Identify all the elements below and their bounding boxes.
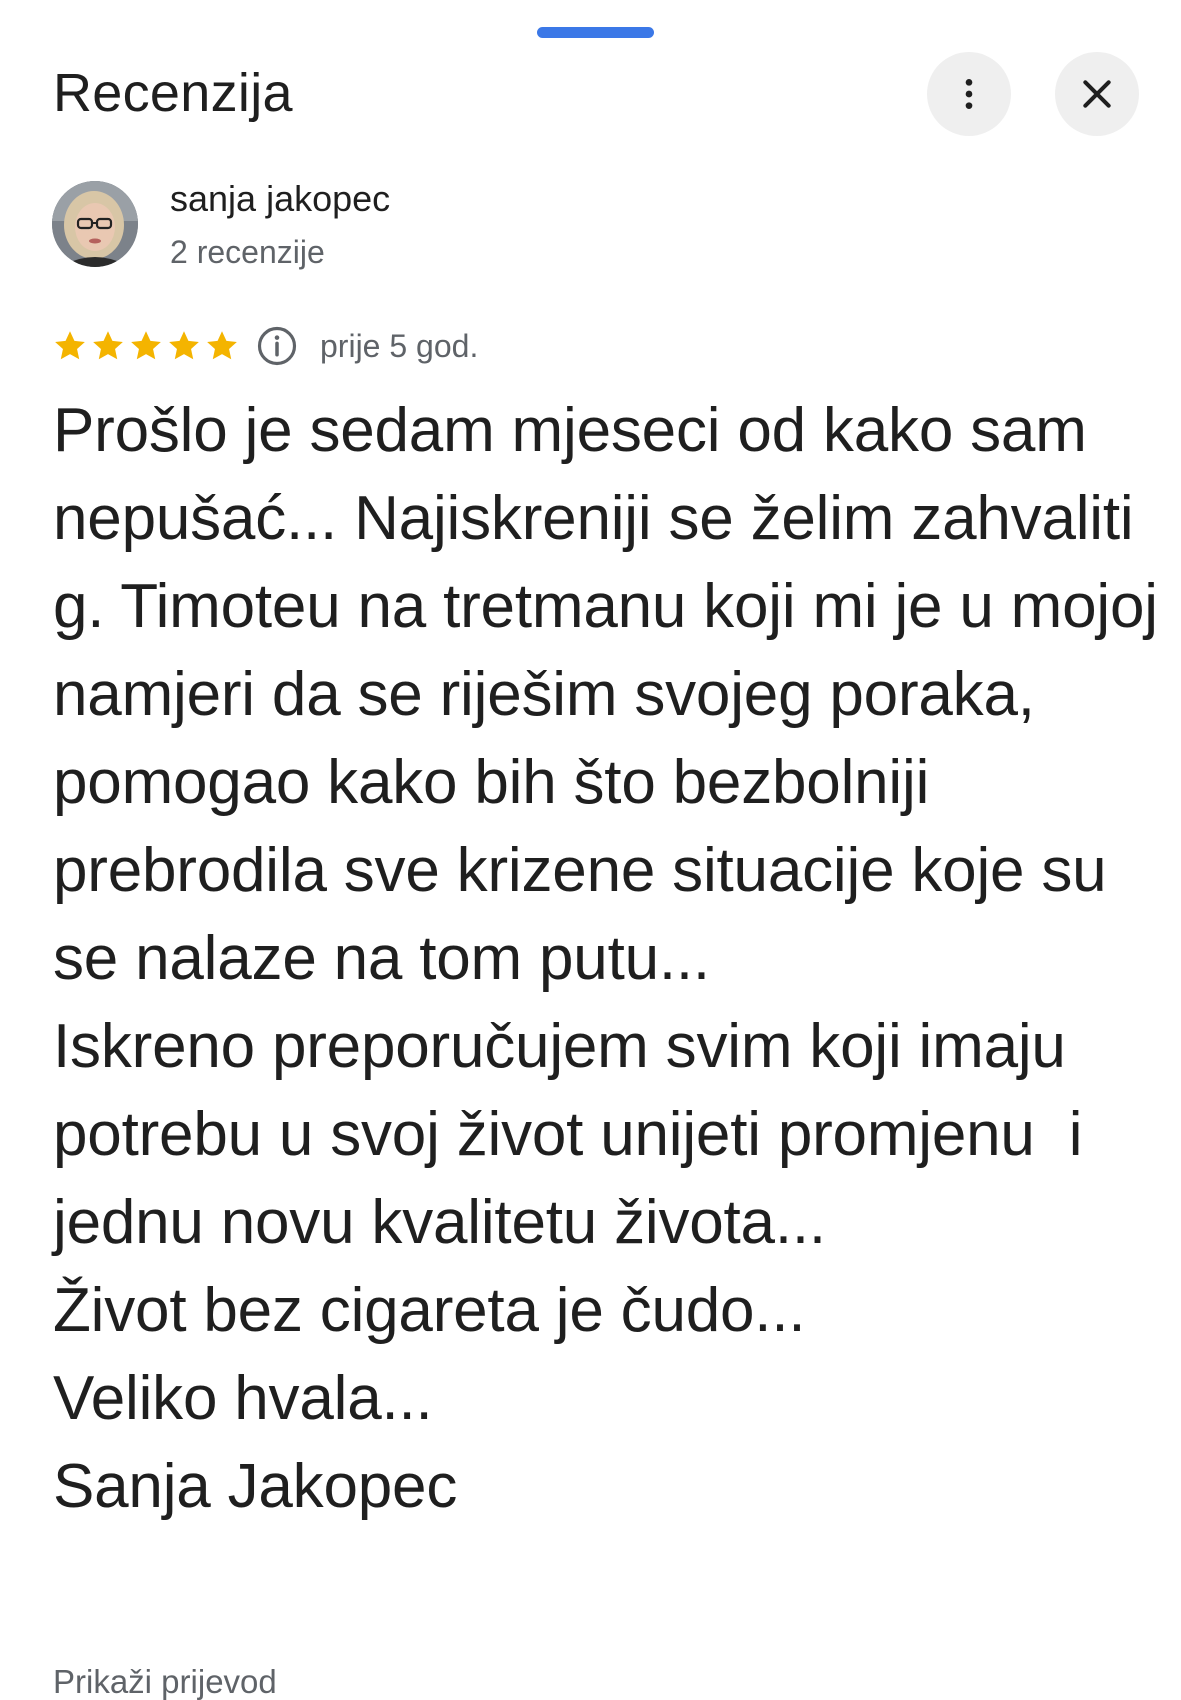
more-options-button[interactable] [927,52,1011,136]
reviewer-review-count: 2 recenzije [170,234,325,270]
info-icon[interactable] [256,325,298,367]
avatar-photo [52,181,138,267]
drag-handle[interactable] [537,27,654,38]
review-time: prije 5 god. [320,327,479,364]
star-icon [131,331,161,360]
review-text: Prošlo je sedam mjeseci od kako sam nepu… [53,396,1158,1521]
reviewer-name[interactable]: sanja jakopec [170,179,390,219]
show-translation-link[interactable]: Prikaži prijevod [53,1665,277,1698]
star-icon [169,331,199,360]
more-vert-icon [965,79,973,109]
close-icon [1083,80,1111,108]
rating-row: prije 5 god. [52,325,478,367]
star-icon [55,331,85,360]
star-rating [52,328,240,364]
star-icon [93,331,123,360]
close-button[interactable] [1055,52,1139,136]
star-icon [207,331,237,360]
page-title: Recenzija [53,63,293,123]
avatar[interactable] [52,181,138,267]
